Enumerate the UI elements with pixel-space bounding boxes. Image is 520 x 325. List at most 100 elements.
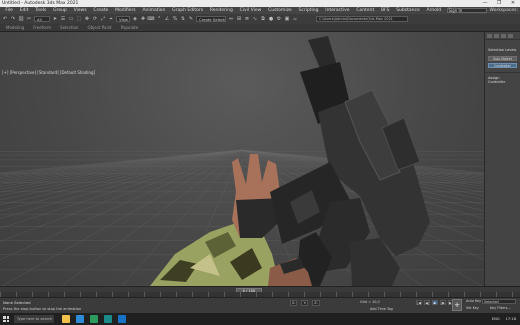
mirror-icon[interactable]: ⇔ bbox=[228, 16, 234, 22]
spinner-snap-icon[interactable]: ⇅ bbox=[180, 16, 186, 22]
os-taskbar: Type here to search ENG 17:18 bbox=[0, 313, 520, 325]
assign-controller-rollout[interactable]: Assign Controller bbox=[485, 72, 520, 87]
menu-civil-view[interactable]: Civil View bbox=[236, 7, 264, 14]
ribbon-tab-object-paint[interactable]: Object Paint bbox=[87, 25, 111, 30]
command-panel: Selection Levels Sub-Object Controller A… bbox=[484, 32, 520, 286]
menu-group[interactable]: Group bbox=[50, 7, 70, 14]
windows-start-icon[interactable] bbox=[3, 316, 9, 322]
rotate-icon[interactable]: ⟳ bbox=[92, 16, 98, 22]
viewport-label[interactable]: [+] [Perspective] [Standard] [Default Sh… bbox=[2, 70, 95, 75]
menu-interactive[interactable]: Interactive bbox=[322, 7, 353, 14]
scale-icon[interactable]: ⤢ bbox=[100, 16, 106, 22]
material-editor-icon[interactable]: ● bbox=[268, 16, 274, 22]
ribbon-tab-populate[interactable]: Populate bbox=[121, 25, 138, 30]
percent-snap-icon[interactable]: % bbox=[172, 16, 178, 22]
align-icon[interactable]: ⊞ bbox=[236, 16, 242, 22]
edit-named-selection-icon[interactable]: ✎ bbox=[188, 16, 194, 22]
menu-create[interactable]: Create bbox=[90, 7, 112, 14]
workspaces-label[interactable]: Workspaces: bbox=[490, 8, 518, 13]
layer-explorer-icon[interactable]: ≣ bbox=[244, 16, 250, 22]
select-by-name-icon[interactable]: ☰ bbox=[60, 16, 66, 22]
select-object-icon[interactable]: ➤ bbox=[52, 16, 58, 22]
app-icon[interactable] bbox=[104, 315, 112, 323]
angle-snap-icon[interactable]: ∠ bbox=[164, 16, 170, 22]
project-path-field[interactable]: C:\Users\Admin\Documents\3ds Max 2021 bbox=[316, 16, 408, 22]
motion-tab-icon[interactable] bbox=[508, 34, 513, 38]
language-indicator[interactable]: ENG bbox=[492, 315, 500, 323]
next-frame-icon[interactable]: |▶ bbox=[440, 300, 446, 305]
link-icon[interactable]: ⛓ bbox=[18, 16, 24, 22]
set-key-button[interactable]: Set Key bbox=[466, 306, 479, 310]
mail-icon[interactable] bbox=[118, 315, 126, 323]
grid-size-readout: Grid = 10,0 bbox=[360, 300, 380, 304]
set-key-icon[interactable]: + bbox=[452, 299, 462, 311]
ribbon-tab-modeling[interactable]: Modeling bbox=[6, 25, 24, 30]
menu-customize[interactable]: Customize bbox=[265, 7, 295, 14]
maximize-button[interactable]: ❐ bbox=[492, 0, 506, 7]
key-filters-button[interactable]: Key Filters... bbox=[490, 306, 511, 310]
title-bar: Untitled - Autodesk 3ds Max 2021 — ❐ ✕ bbox=[0, 0, 520, 7]
menu-substance[interactable]: Substance bbox=[393, 7, 423, 14]
keyboard-shortcut-icon[interactable]: ⌨ bbox=[147, 16, 154, 22]
sign-in-dropdown[interactable]: Sign In bbox=[446, 8, 487, 13]
perspective-viewport[interactable]: [+] [Perspective] [Standard] [Default Sh… bbox=[0, 32, 484, 286]
render-setup-icon[interactable]: ⚙ bbox=[276, 16, 282, 22]
menu-animation[interactable]: Animation bbox=[139, 7, 169, 14]
prompt-line: Press the stop button to stop the animat… bbox=[3, 307, 82, 311]
menu-graph-editors[interactable]: Graph Editors bbox=[169, 7, 207, 14]
menu-tools[interactable]: Tools bbox=[32, 7, 50, 14]
reference-coordinate-dropdown[interactable]: View bbox=[116, 16, 130, 22]
add-time-tag[interactable]: Add Time Tag bbox=[370, 307, 393, 311]
menu-edit[interactable]: Edit bbox=[16, 7, 32, 14]
render-icon[interactable]: ☕ bbox=[292, 16, 298, 22]
rectangular-selection-icon[interactable]: ▭ bbox=[68, 16, 74, 22]
create-tab-icon[interactable] bbox=[487, 34, 492, 38]
curve-editor-icon[interactable]: ∿ bbox=[252, 16, 258, 22]
controller-button[interactable]: Controller bbox=[488, 63, 517, 68]
modify-tab-icon[interactable] bbox=[494, 34, 499, 38]
coordinate-fields: X: Y: Z: bbox=[290, 300, 320, 306]
rendered-frame-icon[interactable]: ▣ bbox=[284, 16, 290, 22]
clock[interactable]: 17:18 bbox=[506, 315, 516, 323]
rifle-model bbox=[270, 36, 430, 286]
previous-frame-icon[interactable]: ◀| bbox=[424, 300, 430, 305]
auto-key-button[interactable]: Auto Key bbox=[466, 299, 481, 303]
redo-icon[interactable]: ↷ bbox=[10, 16, 16, 22]
move-icon[interactable]: ✥ bbox=[84, 16, 90, 22]
menu-bar: File Edit Tools Group Views Create Modifiers An… bbox=[0, 7, 520, 14]
select-manipulate-icon[interactable]: ✚ bbox=[140, 16, 146, 22]
unlink-icon[interactable]: ✂ bbox=[26, 16, 32, 22]
menu-file[interactable]: File bbox=[2, 7, 16, 14]
go-to-start-icon[interactable]: |◀ bbox=[416, 300, 422, 305]
undo-icon[interactable]: ↶ bbox=[2, 16, 8, 22]
z-coordinate-field[interactable]: Z: bbox=[312, 300, 320, 306]
pivot-icon[interactable]: ◈ bbox=[132, 16, 138, 22]
hierarchy-tab-icon[interactable] bbox=[501, 34, 506, 38]
menu-views[interactable]: Views bbox=[70, 7, 90, 14]
menu-modifiers[interactable]: Modifiers bbox=[112, 7, 139, 14]
schematic-view-icon[interactable]: ⧉ bbox=[260, 16, 266, 22]
placement-icon[interactable]: ⌖ bbox=[108, 16, 114, 22]
named-selection-set-dropdown[interactable]: Create Selection Set bbox=[196, 16, 226, 22]
close-button[interactable]: ✕ bbox=[506, 0, 520, 7]
menu-arnold[interactable]: Arnold bbox=[423, 7, 444, 14]
selection-filter-dropdown[interactable]: All bbox=[34, 16, 50, 22]
y-coordinate-field[interactable]: Y: bbox=[301, 300, 309, 306]
menu-bfs[interactable]: BFS bbox=[378, 7, 393, 14]
browser-icon[interactable] bbox=[76, 315, 84, 323]
store-icon[interactable] bbox=[90, 315, 98, 323]
menu-scripting[interactable]: Scripting bbox=[295, 7, 322, 14]
x-coordinate-field[interactable]: X: bbox=[290, 300, 298, 306]
menu-content[interactable]: Content bbox=[353, 7, 378, 14]
ribbon-tab-freeform[interactable]: Freeform bbox=[33, 25, 51, 30]
menu-rendering[interactable]: Rendering bbox=[206, 7, 236, 14]
taskbar-search-input[interactable]: Type here to search bbox=[14, 315, 54, 323]
play-icon[interactable]: ▶ bbox=[432, 300, 438, 305]
window-crossing-icon[interactable]: ⬚ bbox=[76, 16, 82, 22]
file-explorer-icon[interactable] bbox=[62, 315, 70, 323]
minimize-button[interactable]: — bbox=[478, 0, 492, 7]
sub-object-button[interactable]: Sub-Object bbox=[488, 56, 517, 61]
key-mode-dropdown[interactable]: Selected bbox=[482, 299, 516, 304]
ribbon-tab-selection[interactable]: Selection bbox=[60, 25, 78, 30]
snaps-toggle-icon[interactable]: ³ bbox=[156, 16, 162, 22]
